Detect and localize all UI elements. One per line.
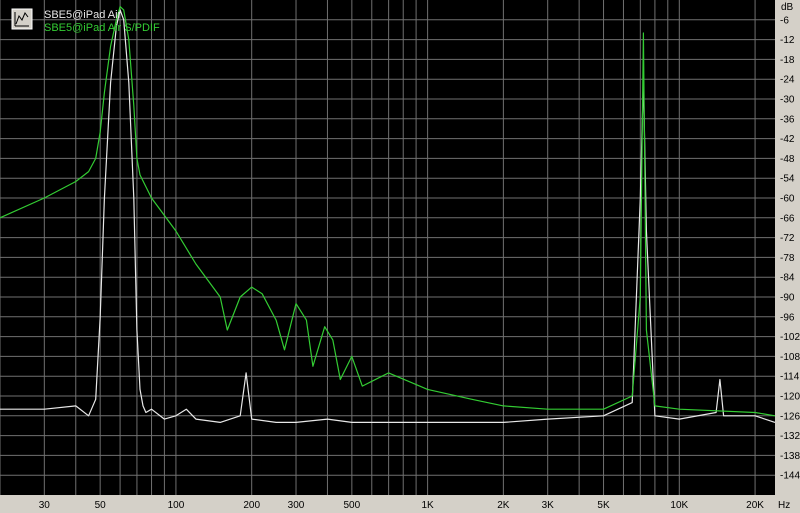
x-tick-label: 3K — [542, 500, 555, 511]
x-axis-label: Hz — [778, 500, 790, 511]
y-tick-label: -84 — [780, 273, 795, 284]
x-tick-label: 20K — [746, 500, 764, 511]
y-tick-label: -78 — [780, 253, 795, 264]
plot-area — [0, 0, 775, 495]
y-tick-label: -114 — [780, 372, 800, 383]
y-tick-label: -48 — [780, 154, 795, 165]
y-axis-label: dB — [781, 2, 794, 13]
y-tick-label: -54 — [780, 174, 795, 185]
x-tick-label: 5K — [597, 500, 610, 511]
y-tick-label: -126 — [780, 411, 800, 422]
x-tick-label: 500 — [344, 500, 361, 511]
y-tick-label: -90 — [780, 293, 795, 304]
x-tick-label: 100 — [168, 500, 185, 511]
y-tick-label: -42 — [780, 134, 795, 145]
y-tick-label: -24 — [780, 75, 795, 86]
y-tick-label: -138 — [780, 451, 800, 462]
x-tick-label: 2K — [497, 500, 510, 511]
y-tick-label: -120 — [780, 392, 800, 403]
y-tick-label: -12 — [780, 35, 795, 46]
y-tick-label: -96 — [780, 312, 795, 323]
x-tick-label: 10K — [670, 500, 688, 511]
spectrum-chart: -6 -12 -18 -24 -30 -36 -42 -48 -54 -60 -66 -72 -78 -8… — [0, 0, 800, 513]
legend-entry-green: SBE5@iPad Air S/PDIF — [44, 22, 160, 34]
y-tick-label: -66 — [780, 213, 795, 224]
y-tick-label: -108 — [780, 352, 800, 363]
x-tick-label: 200 — [243, 500, 260, 511]
y-tick-label: -18 — [780, 55, 795, 66]
x-tick-label: 50 — [95, 500, 107, 511]
y-tick-label: -102 — [780, 332, 800, 343]
y-tick-label: -132 — [780, 431, 800, 442]
y-tick-label: -144 — [780, 471, 800, 482]
x-tick-label: 30 — [39, 500, 51, 511]
y-tick-label: -72 — [780, 233, 795, 244]
y-tick-label: -30 — [780, 95, 795, 106]
x-tick-label: 300 — [288, 500, 305, 511]
x-tick-label: 1K — [421, 500, 434, 511]
legend-entry-white: SBE5@iPad Air — [44, 9, 122, 21]
y-tick-label: -6 — [780, 15, 789, 26]
y-tick-label: -36 — [780, 114, 795, 125]
y-tick-label: -60 — [780, 194, 795, 205]
